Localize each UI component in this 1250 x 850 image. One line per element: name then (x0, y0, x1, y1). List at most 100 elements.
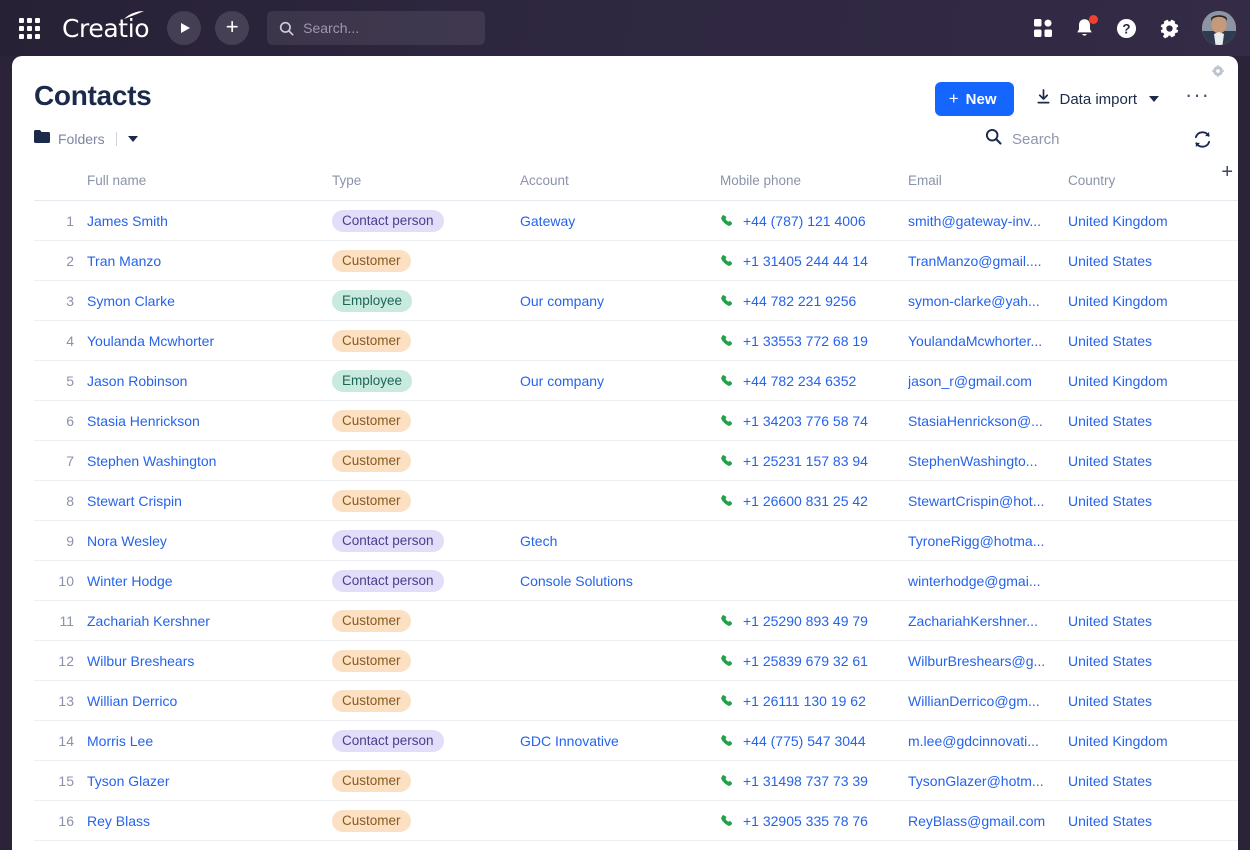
phone-link[interactable]: +1 31498 737 73 39 (743, 773, 868, 789)
account-link[interactable]: Gtech (520, 533, 557, 549)
account-link[interactable]: Our company (520, 373, 604, 389)
email-link[interactable]: TyroneRigg@hotma... (908, 533, 1044, 549)
cell-full-name[interactable]: Jason Robinson (87, 360, 332, 401)
cell-full-name[interactable]: Winter Hodge (87, 560, 332, 601)
cell-full-name[interactable]: Willian Derrico (87, 680, 332, 721)
quick-add-button[interactable]: + (215, 11, 250, 45)
account-link[interactable]: Our company (520, 293, 604, 309)
notifications-bell-icon[interactable] (1075, 14, 1098, 39)
cell-full-name[interactable]: Youlanda Mcwhorter (87, 320, 332, 361)
cell-full-name[interactable]: Tran Manzo (87, 240, 332, 281)
cell-full-name[interactable]: Stewart Crispin (87, 480, 332, 521)
type-badge[interactable]: Customer (332, 329, 411, 352)
help-icon[interactable]: ? (1116, 18, 1137, 39)
contact-name-link[interactable]: Jason Robinson (87, 373, 187, 389)
email-link[interactable]: YoulandaMcwhorter... (908, 333, 1042, 349)
contact-name-link[interactable]: Stasia Henrickson (87, 413, 200, 429)
country-link[interactable]: United Kingdom (1068, 733, 1168, 749)
cell-full-name[interactable]: Zachariah Kershner (87, 600, 332, 641)
contact-name-link[interactable]: Morris Lee (87, 733, 153, 749)
type-badge[interactable]: Customer (332, 689, 411, 712)
contact-name-link[interactable]: Symon Clarke (87, 293, 175, 309)
type-badge[interactable]: Customer (332, 249, 411, 272)
phone-link[interactable]: +44 782 234 6352 (743, 373, 856, 389)
contact-name-link[interactable]: Stephen Washington (87, 453, 216, 469)
email-link[interactable]: WillianDerrico@gm... (908, 693, 1040, 709)
phone-link[interactable]: +1 25231 157 83 94 (743, 453, 868, 469)
contact-name-link[interactable]: Tran Manzo (87, 253, 161, 269)
type-badge[interactable]: Employee (332, 289, 413, 312)
cell-full-name[interactable]: Symon Clarke (87, 280, 332, 321)
account-link[interactable]: GDC Innovative (520, 733, 619, 749)
country-link[interactable]: United States (1068, 613, 1152, 629)
type-badge[interactable]: Customer (332, 809, 411, 832)
phone-link[interactable]: +44 (775) 547 3044 (743, 733, 866, 749)
phone-icon[interactable] (720, 694, 734, 708)
card-settings-gear-icon[interactable] (1212, 64, 1224, 82)
table-row[interactable]: 4 Youlanda Mcwhorter Customer +1 33553 772 … (34, 320, 1238, 361)
contact-name-link[interactable]: Willian Derrico (87, 693, 177, 709)
phone-link[interactable]: +1 25290 893 49 79 (743, 613, 868, 629)
run-process-button[interactable] (167, 11, 202, 45)
account-link[interactable]: Gateway (520, 213, 575, 229)
type-badge[interactable]: Customer (332, 409, 411, 432)
phone-link[interactable]: +1 25839 679 32 61 (743, 653, 868, 669)
email-link[interactable]: jason_r@gmail.com (908, 373, 1032, 389)
table-row[interactable]: 11 Zachariah Kershner Customer +1 25290 893… (34, 600, 1238, 641)
cell-full-name[interactable]: Nora Wesley (87, 520, 332, 561)
phone-icon[interactable] (720, 814, 734, 828)
phone-link[interactable]: +1 26111 130 19 62 (743, 693, 866, 709)
table-row[interactable]: 12 Wilbur Breshears Customer +1 25839 679 3… (34, 640, 1238, 681)
cell-full-name[interactable]: Wilbur Breshears (87, 640, 332, 681)
type-badge[interactable]: Contact person (332, 209, 444, 232)
creatio-logo[interactable]: Creatio (62, 10, 150, 43)
email-link[interactable]: TysonGlazer@hotm... (908, 773, 1044, 789)
contact-name-link[interactable]: James Smith (87, 213, 168, 229)
phone-icon[interactable] (720, 454, 734, 468)
phone-icon[interactable] (720, 614, 734, 628)
email-link[interactable]: winterhodge@gmai... (908, 573, 1041, 589)
type-badge[interactable]: Employee (332, 369, 413, 392)
phone-icon[interactable] (720, 334, 734, 348)
cell-full-name[interactable]: Stasia Henrickson (87, 400, 332, 441)
column-header-type[interactable]: Type (332, 160, 520, 201)
table-row[interactable]: 15 Tyson Glazer Customer +1 31498 737 73 39… (34, 760, 1238, 801)
table-row[interactable]: 9 Nora Wesley Contact person Gtech TyroneRig… (34, 520, 1238, 561)
country-link[interactable]: United States (1068, 453, 1152, 469)
email-link[interactable]: WilburBreshears@g... (908, 653, 1045, 669)
cell-full-name[interactable]: Tyson Glazer (87, 760, 332, 801)
account-link[interactable]: Console Solutions (520, 573, 633, 589)
email-link[interactable]: StasiaHenrickson@... (908, 413, 1043, 429)
phone-link[interactable]: +44 (787) 121 4006 (743, 213, 866, 229)
global-search-input[interactable] (303, 20, 474, 36)
more-actions-button[interactable]: ··· (1185, 84, 1210, 110)
contact-name-link[interactable]: Tyson Glazer (87, 773, 169, 789)
cell-full-name[interactable]: Rey Blass (87, 800, 332, 841)
country-link[interactable]: United Kingdom (1068, 373, 1168, 389)
add-column-icon[interactable]: + (1221, 162, 1233, 182)
settings-gear-icon[interactable] (1159, 17, 1180, 39)
phone-icon[interactable] (720, 774, 734, 788)
email-link[interactable]: m.lee@gdcinnovati... (908, 733, 1039, 749)
country-link[interactable]: United States (1068, 253, 1152, 269)
type-badge[interactable]: Contact person (332, 529, 444, 552)
cell-full-name[interactable]: Morris Lee (87, 720, 332, 761)
type-badge[interactable]: Customer (332, 609, 411, 632)
new-button[interactable]: + New (934, 82, 1015, 116)
dashboard-icon[interactable] (1033, 18, 1053, 38)
country-link[interactable]: United States (1068, 333, 1152, 349)
phone-icon[interactable] (720, 414, 734, 428)
phone-icon[interactable] (720, 254, 734, 268)
email-link[interactable]: ZachariahKershner... (908, 613, 1038, 629)
contact-name-link[interactable]: Winter Hodge (87, 573, 173, 589)
contact-name-link[interactable]: Stewart Crispin (87, 493, 182, 509)
column-header-mobile-phone[interactable]: Mobile phone (720, 160, 908, 201)
type-badge[interactable]: Customer (332, 449, 411, 472)
table-row[interactable]: 6 Stasia Henrickson Customer +1 34203 776 5… (34, 400, 1238, 441)
contact-name-link[interactable]: Zachariah Kershner (87, 613, 210, 629)
type-badge[interactable]: Customer (332, 649, 411, 672)
email-link[interactable]: StephenWashingto... (908, 453, 1037, 469)
country-link[interactable]: United States (1068, 413, 1152, 429)
folders-button[interactable]: Folders (34, 130, 138, 148)
grid-search-input[interactable] (1012, 130, 1185, 148)
